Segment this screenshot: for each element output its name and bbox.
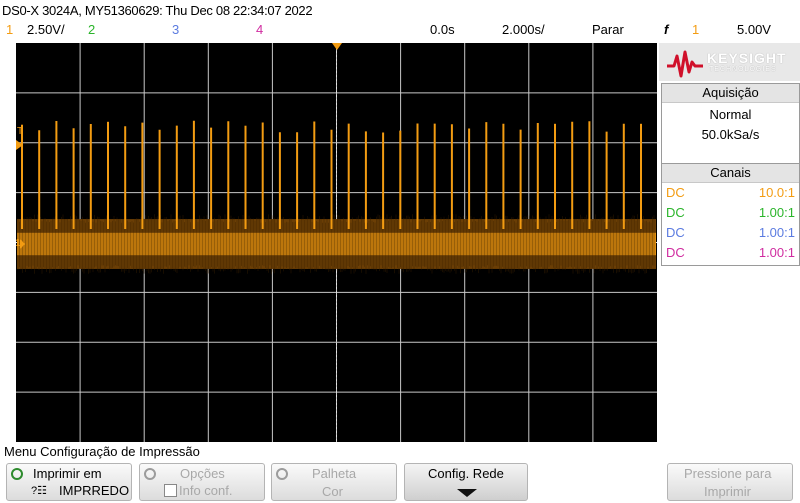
submenu-arrow-icon: [457, 489, 477, 497]
ch1-probe: 10.0:1: [758, 185, 795, 200]
press-to-print-line2: Imprimir: [704, 484, 751, 499]
sample-rate: 50.0kSa/s: [701, 127, 760, 142]
palette-softkey[interactable]: Palheta Cor: [271, 463, 397, 501]
print-to-label: Imprimir em: [33, 466, 102, 481]
palette-label: Palheta: [312, 466, 357, 481]
palette-value: Cor: [322, 484, 343, 499]
brand-name: KEYSIGHT: [707, 50, 787, 66]
channel-row-2[interactable]: DC 1.00:1: [662, 203, 799, 223]
network-config-softkey[interactable]: Config. Rede: [404, 463, 528, 501]
trigger-level-marker: T: [17, 126, 23, 137]
brand-logo: KEYSIGHT TECHNOLOGIES: [659, 43, 800, 81]
channels-title: Canais: [662, 164, 799, 183]
ch2-probe: 1.00:1: [758, 205, 795, 220]
ch4-coupling: DC: [666, 245, 685, 260]
ch3-label[interactable]: 3: [172, 22, 179, 37]
oscilloscope-screen[interactable]: T 1: [16, 43, 657, 442]
time-scale[interactable]: 2.000s/: [502, 22, 545, 37]
network-config-label: Config. Rede: [428, 466, 504, 481]
channel-row-4[interactable]: DC 1.00:1: [662, 243, 799, 263]
ch2-label[interactable]: 2: [88, 22, 95, 37]
run-state[interactable]: Parar: [592, 22, 624, 37]
options-softkey[interactable]: Opções Info conf.: [139, 463, 265, 501]
press-to-print-softkey[interactable]: Pressione para Imprimir: [667, 463, 793, 501]
channels-box[interactable]: Canais DC 10.0:1 DC 1.00:1 DC 1.00:1 DC …: [661, 163, 800, 266]
entry-knob-icon: [276, 468, 288, 480]
ch1-scale[interactable]: 2.50V/: [27, 22, 65, 37]
acquisition-mode: Normal: [709, 107, 752, 122]
entry-knob-icon: [11, 468, 23, 480]
brand-subtitle: TECHNOLOGIES: [709, 66, 777, 73]
ch1-label[interactable]: 1: [6, 22, 13, 37]
keysight-wave-icon: [667, 50, 703, 78]
trigger-source[interactable]: 1: [692, 22, 699, 37]
acquisition-title: Aquisição: [662, 84, 799, 103]
network-printer-icon: ?☷: [31, 485, 47, 497]
print-to-softkey[interactable]: Imprimir em ?☷ IMPRREDO: [6, 463, 132, 501]
options-value-row: Info conf.: [164, 483, 232, 498]
time-reference-marker-icon: [332, 43, 342, 50]
ch4-probe: 1.00:1: [758, 245, 795, 260]
options-label: Opções: [180, 466, 225, 481]
entry-knob-icon: [144, 468, 156, 480]
options-value: Info conf.: [179, 483, 233, 498]
window-title: DS0-X 3024A, MY51360629: Thu Dec 08 22:3…: [2, 3, 313, 18]
trigger-edge-icon: f: [664, 22, 669, 37]
time-delay[interactable]: 0.0s: [430, 22, 455, 37]
waveform-display: T 1: [16, 43, 657, 442]
ch1-coupling: DC: [666, 185, 685, 200]
side-panel: KEYSIGHT TECHNOLOGIES Aquisição Normal 5…: [659, 43, 800, 266]
status-bar: 1 2.50V/ 2 3 4 0.0s 2.000s/ Parar f 1 5.…: [0, 22, 800, 42]
ch3-coupling: DC: [666, 225, 685, 240]
ch2-coupling: DC: [666, 205, 685, 220]
channel-row-3[interactable]: DC 1.00:1: [662, 223, 799, 243]
acquisition-box[interactable]: Aquisição Normal 50.0kSa/s: [661, 83, 800, 164]
menu-title: Menu Configuração de Impressão: [4, 444, 200, 459]
trigger-level[interactable]: 5.00V: [737, 22, 771, 37]
ch3-probe: 1.00:1: [758, 225, 795, 240]
press-to-print-line1: Pressione para: [684, 466, 772, 481]
waveform-core: [17, 232, 656, 256]
checkbox-icon[interactable]: [164, 484, 177, 497]
ch4-label[interactable]: 4: [256, 22, 263, 37]
print-to-value: IMPRREDO: [59, 483, 130, 498]
channel-row-1[interactable]: DC 10.0:1: [662, 183, 799, 203]
